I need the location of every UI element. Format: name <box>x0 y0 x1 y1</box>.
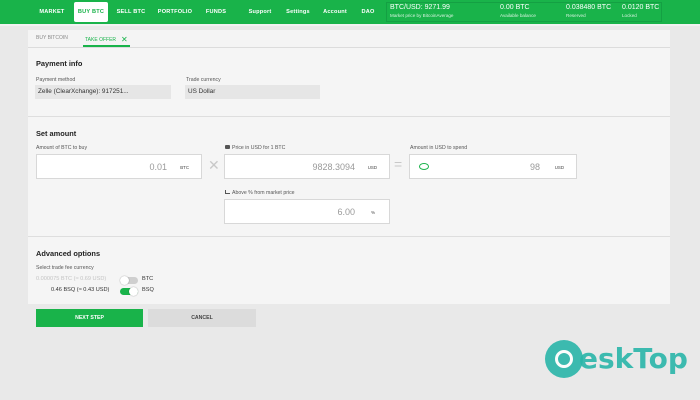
market-price-label: Market price by BitcoinAverage <box>390 13 454 18</box>
spend-amount-label: Amount in USD to spend <box>410 145 468 151</box>
market-pct-input[interactable]: 6.00 % <box>224 199 390 224</box>
nav-sell-btc[interactable]: SELL BTC <box>114 0 148 24</box>
price-input[interactable]: 9828.3094 USD <box>224 154 390 179</box>
btc-fee-amount: 0.000075 BTC (≈ 0.69 USD) <box>36 276 107 282</box>
tab-buy-bitcoin[interactable]: BUY BITCOIN <box>36 30 68 47</box>
price-label: Price in USD for 1 BTC <box>225 145 285 151</box>
bsq-fee-amount: 0.46 BSQ (≈ 0.43 USD) <box>51 287 110 293</box>
toggle-knob <box>129 287 138 296</box>
spend-unit: USD <box>554 165 564 170</box>
nav-market[interactable]: MARKET <box>35 0 69 24</box>
set-amount-title: Set amount <box>36 129 77 138</box>
lock-icon <box>225 145 230 149</box>
spend-amount-value: 98 <box>529 162 540 172</box>
btc-fee-toggle[interactable] <box>120 276 138 285</box>
trade-currency-field: US Dollar <box>185 85 320 99</box>
nav-buy-btc[interactable]: BUY BTC <box>74 2 108 22</box>
close-icon[interactable]: ✕ <box>121 35 128 44</box>
sub-tab-bar: BUY BITCOIN TAKE OFFER ✕ <box>28 30 670 48</box>
nav-account[interactable]: Account <box>320 0 350 24</box>
bsq-fee-currency: BSQ <box>142 287 154 293</box>
available-balance-value: 0.00 BTC <box>500 4 530 11</box>
nav-dao[interactable]: DAO <box>358 0 378 24</box>
nav-settings[interactable]: Settings <box>282 0 314 24</box>
btc-amount-input[interactable]: 0.01 BTC <box>36 154 202 179</box>
eye-icon[interactable] <box>419 163 429 170</box>
trade-currency-label: Trade currency <box>186 77 221 83</box>
nav-funds[interactable]: FUNDS <box>202 0 230 24</box>
next-step-button[interactable]: NEXT STEP <box>36 309 143 327</box>
section-divider <box>28 236 670 237</box>
multiply-icon: ✕ <box>208 157 220 173</box>
bsq-fee-toggle[interactable] <box>120 287 138 296</box>
reserved-balance-value: 0.038480 BTC <box>566 4 612 11</box>
reserved-balance-stat: 0.038480 BTC Reserved <box>566 3 611 23</box>
advanced-options-title: Advanced options <box>36 249 101 258</box>
nav-support[interactable]: Support <box>244 0 276 24</box>
locked-balance-value: 0.0120 BTC <box>622 4 660 11</box>
equals-icon: = <box>394 156 403 172</box>
top-nav-bar: MARKET BUY BTC SELL BTC PORTFOLIO FUNDS … <box>0 0 700 26</box>
reserved-balance-label: Reserved <box>566 13 586 18</box>
tab-take-offer[interactable]: TAKE OFFER ✕ <box>83 30 130 47</box>
pct-unit: % <box>371 210 375 215</box>
section-divider <box>28 116 670 117</box>
market-pct-value: 6.00 <box>337 207 355 217</box>
btc-amount-value: 0.01 <box>149 162 167 172</box>
payment-method-label: Payment method <box>36 77 76 83</box>
toggle-knob <box>120 276 129 285</box>
available-balance-stat: 0.00 BTC Available balance <box>500 3 536 23</box>
chart-icon <box>225 190 230 194</box>
btc-unit: BTC <box>180 165 189 170</box>
payment-method-field: Zelle (ClearXchange): 917251... <box>35 85 171 99</box>
take-offer-panel: Payment info Payment method Zelle (Clear… <box>28 48 670 304</box>
locked-balance-stat: 0.0120 BTC Locked <box>622 3 659 23</box>
cancel-button[interactable]: CANCEL <box>148 309 256 327</box>
watermark-text: eskTop <box>579 342 688 375</box>
locked-balance-label: Locked <box>622 13 637 18</box>
market-price-value: BTC/USD: 9271.99 <box>390 4 450 11</box>
payment-info-title: Payment info <box>36 59 83 68</box>
spend-amount-input[interactable]: 98 USD <box>409 154 577 179</box>
btc-fee-currency: BTC <box>142 276 154 282</box>
market-price-stat: BTC/USD: 9271.99 Market price by Bitcoin… <box>390 3 454 23</box>
btc-amount-label: Amount of BTC to buy <box>36 145 88 151</box>
fee-currency-label: Select trade fee currency <box>36 265 94 271</box>
market-pct-label: Above % from market price <box>225 190 295 196</box>
price-label-text: Price in USD for 1 BTC <box>232 145 286 151</box>
tab-take-offer-label: TAKE OFFER <box>85 37 117 43</box>
watermark-logo-icon <box>545 340 583 378</box>
available-balance-label: Available balance <box>500 13 536 18</box>
price-value: 9828.3094 <box>312 162 355 172</box>
market-pct-label-text: Above % from market price <box>232 190 295 196</box>
price-unit: USD <box>367 165 377 170</box>
nav-portfolio[interactable]: PORTFOLIO <box>156 0 194 24</box>
